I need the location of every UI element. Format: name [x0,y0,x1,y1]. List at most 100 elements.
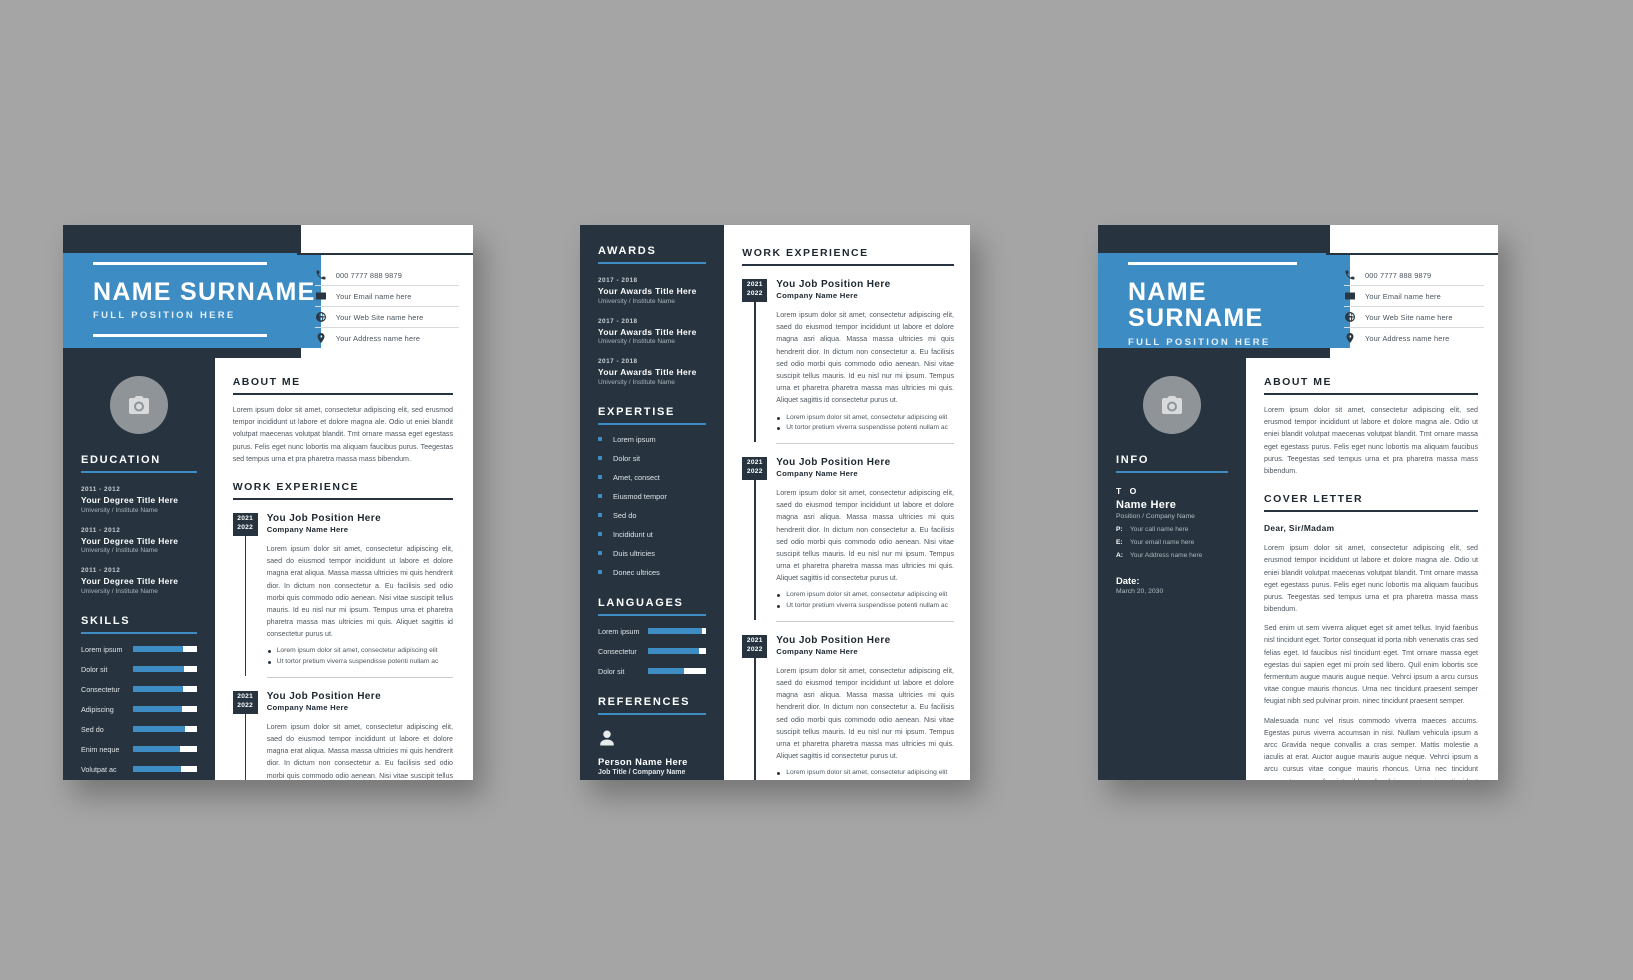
award-institute: University / Institute Name [598,338,675,345]
info-row-email: E: Your email name here [1116,539,1228,546]
skill-bar-fill [133,646,183,652]
expertise-section: EXPERTISE [580,406,724,425]
about-text: Lorem ipsum dolor sit amet, consectetur … [232,406,453,463]
contact-row-email[interactable]: Your Email name here [1344,286,1484,307]
skill-row: Sed do [81,725,197,734]
skill-row: Consectetur [81,685,197,694]
skill-bar-track [133,746,197,752]
heading-underline [1264,393,1478,395]
camera-icon [128,396,149,414]
work-bullet: Lorem ipsum dolor sit amet, consectetur … [776,768,954,779]
expertise-label: Duis ultricies [613,548,655,558]
expertise-item: Sed do [580,511,724,520]
work-experience-item: 2021 2022 You Job Position Here Company Nam… [232,512,453,678]
contact-list: 000 7777 888 9879 Your Email name here Y… [296,253,473,354]
contact-row-website[interactable]: Your Web Site name here [314,307,459,328]
skill-bar-track [133,726,197,732]
languages-heading-text: LANGUAGES [598,596,684,609]
cover-letter-heading: COVER LETTER [1264,493,1478,513]
bullet-icon [598,456,602,460]
page-title: NAME SURNAME [1128,278,1264,333]
name-banner: NAME SURNAME FULL POSITION HERE [63,253,322,348]
contact-list: 000 7777 888 9879 Your Email name here Y… [1326,253,1498,354]
skill-bar-fill [133,746,181,752]
work-date-to: 2022 [746,467,763,475]
work-heading: WORK EXPERIENCE [742,247,954,266]
info-value: Your call name here [1130,526,1189,533]
reference-card: Person Name Here Job Title / Company Nam… [580,729,724,781]
page3-main: ABOUT ME Lorem ipsum dolor sit amet, con… [1246,358,1498,780]
avatar[interactable] [1143,376,1201,434]
skill-label: Adipiscing [81,704,114,714]
work-date-from: 2021 [237,692,254,700]
page3-header: NAME SURNAME FULL POSITION HERE 000 7777… [1098,225,1498,364]
expertise-item: Dolor sit [580,454,724,463]
work-experience-item: 2021 2022 You Job Position Here Company Nam… [742,279,954,444]
heading-underline [598,712,707,715]
work-date-badge: 2021 2022 [742,456,768,480]
education-title: Your Degree Title Here [81,576,179,586]
contact-phone-text: 000 7777 888 9879 [335,270,402,280]
header-dark-top-band [1098,225,1330,253]
page1-sidebar: EDUCATION 2011 - 2012 Your Degree Title … [63,358,215,780]
contact-row-phone[interactable]: 000 7777 888 9879 [1344,265,1484,286]
resume-page-3: NAME SURNAME FULL POSITION HERE 000 7777… [1098,225,1498,780]
info-recipient-name: Name Here [1116,499,1177,511]
work-bullet-list: Lorem ipsum dolor sit amet, consectetur … [267,646,453,667]
skill-row: Dolor sit [598,667,707,676]
cover-letter-paragraph: Lorem ipsum dolor sit amet, consectetur … [1264,544,1478,614]
contact-email-text: Your Email name here [1365,291,1441,301]
work-description: Lorem ipsum dolor sit amet, consectetur … [266,544,453,639]
skill-bar-track [133,706,197,712]
contact-row-address[interactable]: Your Address name here [1344,328,1484,348]
skill-label: Lorem ipsum [598,626,640,636]
contact-address-text: Your Address name here [335,333,421,343]
work-description: Lorem ipsum dolor sit amet, consectetur … [776,311,954,405]
cover-letter-salutation: Dear, Sir/Madam [1264,523,1335,534]
contact-row-phone[interactable]: 000 7777 888 9879 [314,265,459,286]
info-section: INFO T O Name Here Position / Company Na… [1098,454,1246,595]
bullet-icon [598,551,602,555]
avatar[interactable] [109,376,168,434]
skill-bar-track [133,646,197,652]
skill-label: Consectetur [598,646,637,656]
education-date: 2011 - 2012 [81,486,121,493]
skill-bar-track [648,648,707,654]
award-institute: University / Institute Name [598,297,675,305]
email-icon [1345,292,1355,300]
canvas: NAME SURNAME FULL POSITION HERE 000 7777… [0,0,1633,980]
contact-row-address[interactable]: Your Address name here [315,328,459,348]
resume-page-2: AWARDS 2017 - 2018 Your Awards Title Her… [580,225,970,780]
camera-icon [1162,396,1182,414]
contact-row-email[interactable]: Your Email name here [314,286,459,307]
work-bullet-list: Lorem ipsum dolor sit amet, consectetur … [776,413,954,434]
work-date-from: 2021 [746,636,763,644]
skill-bar-fill [133,726,185,732]
skill-bar-fill [133,706,183,712]
languages-heading: LANGUAGES [598,596,707,616]
phone-icon [316,270,326,280]
education-section: EDUCATION 2011 - 2012 Your Degree Title … [63,454,215,595]
skill-bar-fill [133,686,184,692]
work-experience-item: 2021 2022 You Job Position Here Company Nam… [742,634,954,780]
award-institute: University / Institute Name [598,378,675,386]
info-row-address: A: Your Address name here [1116,552,1228,559]
info-to-label: T O [1116,486,1140,496]
references-heading-text: REFERENCES [598,695,691,708]
bullet-icon [598,494,602,498]
education-institute: University / Institute Name [81,587,158,595]
heading-underline [232,497,453,500]
work-company: Company Name Here [776,291,858,300]
skills-heading-text: SKILLS [81,614,131,627]
work-date-to: 2022 [237,523,254,531]
skill-row: Volutpat ac [81,765,197,774]
skill-row: Dolor sit [81,665,197,674]
page3-body: INFO T O Name Here Position / Company Na… [1098,358,1498,780]
work-date-badge: 2021 2022 [742,279,768,302]
contact-row-website[interactable]: Your Web Site name here [1344,307,1484,328]
award-item: 2017 - 2018 Your Awards Title Here Unive… [598,277,706,305]
expertise-label: Donec ultrices [613,567,660,577]
skill-row: Consectetur [598,646,707,656]
heading-underline [1116,471,1228,473]
skill-bar-fill [648,628,702,634]
